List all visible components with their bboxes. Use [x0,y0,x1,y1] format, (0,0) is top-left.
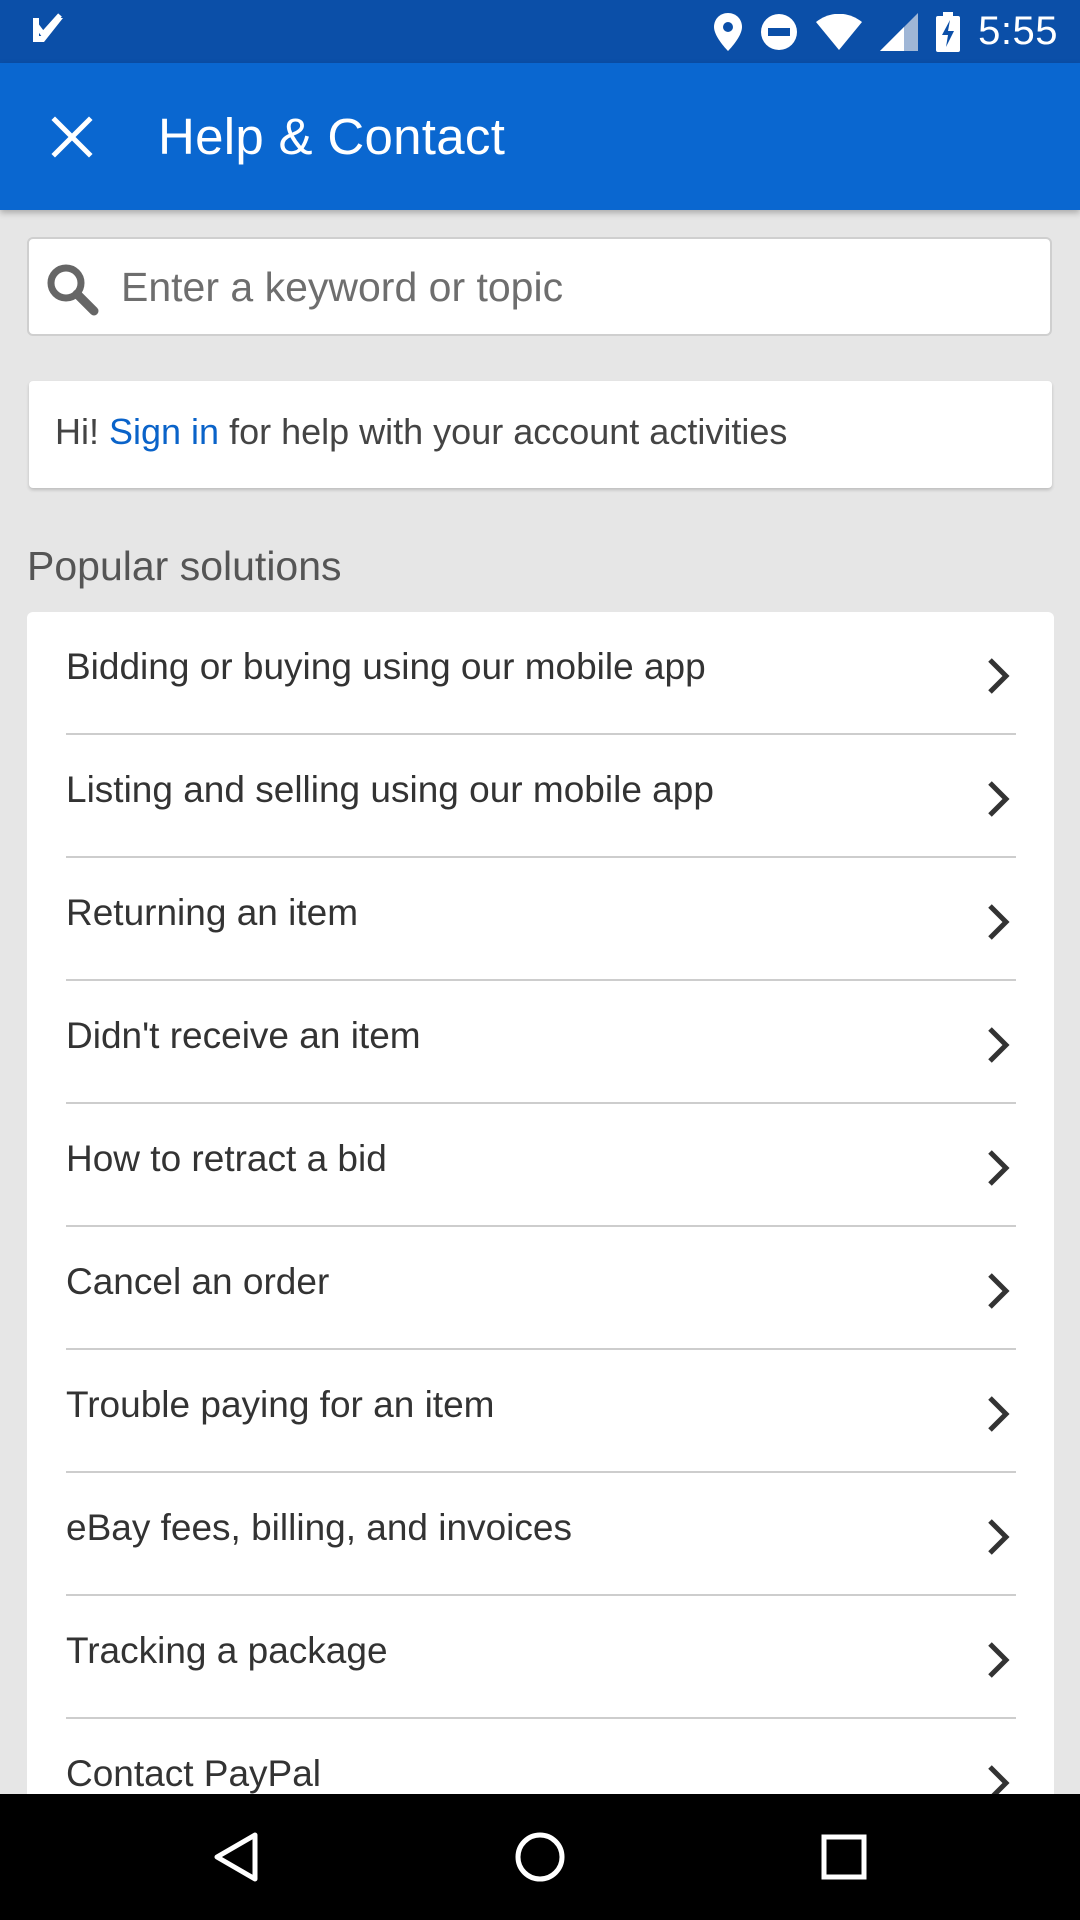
page-title: Help & Contact [158,108,506,165]
signin-card: Hi! Sign in for help with your account a… [29,381,1052,488]
navigation-bar [0,1794,1080,1920]
list-item[interactable]: Trouble paying for an item [66,1350,1016,1473]
recents-icon[interactable] [814,1827,874,1887]
search-input[interactable] [119,239,1023,336]
sign-in-link[interactable]: Sign in [109,411,219,452]
app-notification-icon [30,12,66,48]
list-item[interactable]: Returning an item [66,858,1016,981]
location-icon [714,12,743,51]
list-item-label: eBay fees, billing, and invoices [66,1507,572,1548]
chevron-right-icon [988,658,1010,694]
app-bar: Help & Contact [0,63,1080,210]
signin-suffix: for help with your account activities [219,411,788,452]
home-icon[interactable] [510,1827,570,1887]
search-box[interactable] [27,237,1052,336]
list-item[interactable]: Tracking a package [66,1596,1016,1719]
list-item-label: Didn't receive an item [66,1015,421,1056]
list-item[interactable]: Cancel an order [66,1227,1016,1350]
list-item[interactable]: How to retract a bid [66,1104,1016,1227]
list-item-label: Cancel an order [66,1261,330,1302]
back-icon[interactable] [207,1827,267,1887]
list-item[interactable]: Listing and selling using our mobile app [66,735,1016,858]
list-item-label: Returning an item [66,892,359,933]
list-item-label: Listing and selling using our mobile app [66,769,714,810]
chevron-right-icon [988,1273,1010,1309]
list-item[interactable]: Didn't receive an item [66,981,1016,1104]
close-icon[interactable] [40,105,104,169]
list-item[interactable]: Contact PayPal [66,1719,1016,1802]
chevron-right-icon [988,1519,1010,1555]
status-bar: 5:55 [0,0,1080,63]
status-time: 5:55 [978,9,1058,53]
chevron-right-icon [988,904,1010,940]
chevron-right-icon [988,1642,1010,1678]
section-title-popular-solutions: Popular solutions [27,543,342,589]
list-item-label: Tracking a package [66,1630,388,1671]
search-icon [44,261,100,317]
list-item-label: Contact PayPal [66,1753,322,1794]
cellular-signal-icon [880,12,919,51]
do-not-disturb-icon [760,13,798,51]
list-item[interactable]: Bidding or buying using our mobile app [66,612,1016,735]
chevron-right-icon [988,1150,1010,1186]
popular-solutions-list: Bidding or buying using our mobile app L… [27,612,1054,1802]
list-item-label: Trouble paying for an item [66,1384,495,1425]
chevron-right-icon [988,1027,1010,1063]
chevron-right-icon [988,1396,1010,1432]
chevron-right-icon [988,781,1010,817]
battery-charging-icon [936,11,961,52]
list-item-label: How to retract a bid [66,1138,387,1179]
signin-prefix: Hi! [55,411,109,452]
wifi-icon [816,13,863,50]
signin-message: Hi! Sign in for help with your account a… [55,411,787,453]
list-item[interactable]: eBay fees, billing, and invoices [66,1473,1016,1596]
list-item-label: Bidding or buying using our mobile app [66,646,706,687]
